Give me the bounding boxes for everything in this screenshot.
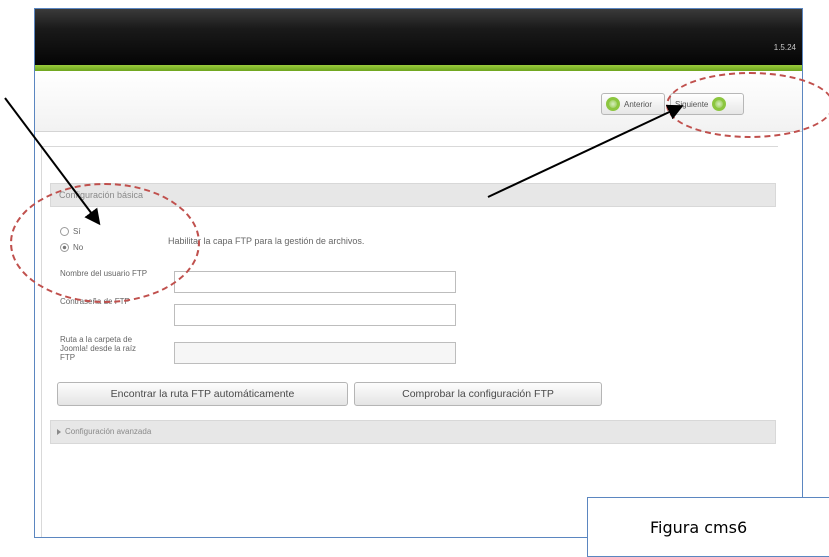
- figure-caption-text: Figura cms6: [650, 518, 748, 537]
- figure-caption: Figura cms6: [587, 497, 829, 557]
- arrow-to-next: [487, 104, 684, 198]
- annotation-arrows: [4, 97, 684, 226]
- arrow-to-radios: [4, 97, 101, 226]
